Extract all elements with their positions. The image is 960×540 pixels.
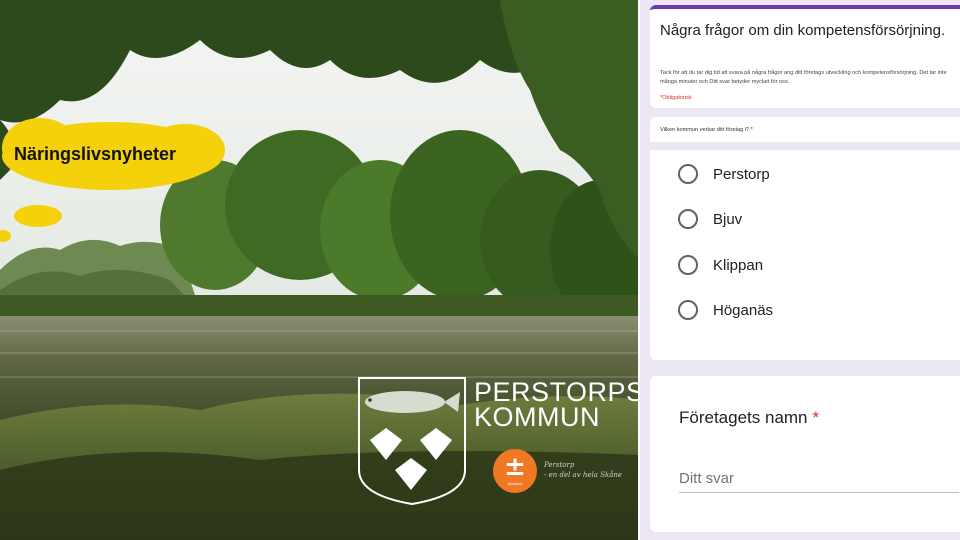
- plus-minus-icon: ±: [504, 452, 526, 482]
- question-text: Företagets namn: [679, 408, 808, 427]
- slogan-line-2: - en del av hela Skåne: [544, 471, 623, 479]
- card-separator: [650, 142, 960, 150]
- required-asterisk: *: [812, 408, 820, 427]
- slogan-text: Perstorp - en del av hela Skåne: [544, 460, 622, 480]
- municipality-logo-text: PERSTORPS KOMMUN: [474, 379, 640, 432]
- form-description: Tack för att du tar dig tid att svara på…: [660, 70, 947, 85]
- plusplus-badge: ± plusplus: [493, 449, 537, 493]
- form-header-card: Några frågor om din kompetensförsörjning…: [650, 5, 960, 108]
- required-note: *Obligatorisk: [660, 95, 692, 101]
- radio-option-klippan[interactable]: Klippan: [678, 252, 763, 278]
- slogan-line-1: Perstorp: [544, 461, 575, 469]
- radio-option-bjuv[interactable]: Bjuv: [678, 206, 742, 232]
- option-label: Höganäs: [713, 301, 774, 319]
- badge-tagline: plusplus: [507, 481, 523, 486]
- question-card-company-name: Företagets namn * Ditt svar: [650, 376, 960, 532]
- question-card-kommun: Vilken kommun verkar ditt företag i? * P…: [650, 117, 960, 360]
- radio-option-perstorp[interactable]: Perstorp: [678, 161, 770, 187]
- company-name-input[interactable]: Ditt svar: [679, 468, 959, 493]
- logo-line-2: KOMMUN: [474, 402, 600, 432]
- option-label: Perstorp: [713, 165, 770, 183]
- promo-image: Näringslivsnyheter PERSTORPS KOMMUN ± pl…: [0, 0, 640, 540]
- question-label: Företagets namn *: [679, 408, 819, 428]
- survey-form: Några frågor om din kompetensförsörjning…: [640, 0, 960, 540]
- radio-button[interactable]: [678, 209, 698, 229]
- radio-button[interactable]: [678, 164, 698, 184]
- radio-button[interactable]: [678, 300, 698, 320]
- option-label: Bjuv: [713, 210, 743, 228]
- radio-button[interactable]: [678, 255, 698, 275]
- headline-text: Näringslivsnyheter: [14, 144, 177, 164]
- radio-option-hoganas[interactable]: Höganäs: [678, 297, 773, 323]
- form-title: Några frågor om din kompetensförsörjning…: [660, 22, 946, 39]
- lake-landscape-photo: [0, 0, 640, 540]
- question-label: Vilken kommun verkar ditt företag i? *: [660, 127, 753, 133]
- option-label: Klippan: [713, 256, 764, 274]
